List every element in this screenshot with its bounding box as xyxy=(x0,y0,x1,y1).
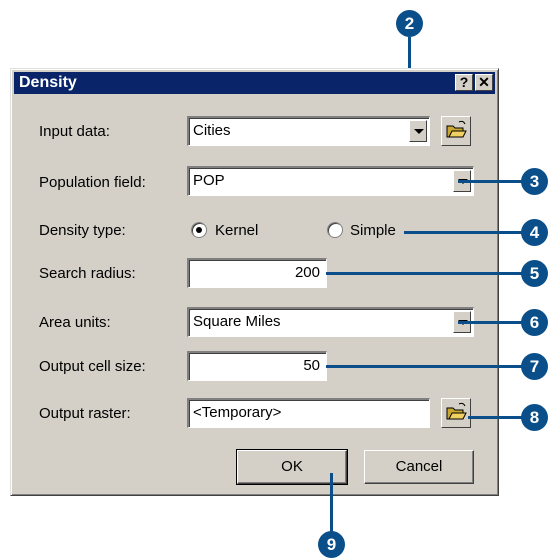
output-cell-size-input[interactable]: 50 xyxy=(187,351,327,381)
title-bar: Density ? ✕ xyxy=(14,72,495,94)
kernel-radio[interactable] xyxy=(191,222,207,238)
callout-6-leader xyxy=(458,321,522,324)
radio-selected-dot xyxy=(196,227,202,233)
area-units-value: Square Miles xyxy=(193,313,281,330)
search-radius-input[interactable]: 200 xyxy=(187,258,327,288)
open-folder-icon xyxy=(446,402,467,420)
population-field-combo[interactable]: POP xyxy=(187,166,474,196)
kernel-radio-label[interactable]: Kernel xyxy=(215,222,258,240)
output-raster-input[interactable]: <Temporary> xyxy=(187,398,430,428)
simple-radio-label[interactable]: Simple xyxy=(350,222,396,240)
callout-9-leader xyxy=(330,473,333,533)
callout-7: 7 xyxy=(521,353,548,380)
search-radius-label: Search radius: xyxy=(39,265,136,282)
input-data-value: Cities xyxy=(193,122,231,139)
callout-9: 9 xyxy=(318,531,345,558)
population-field-label: Population field: xyxy=(39,174,146,191)
callout-4: 4 xyxy=(521,219,548,246)
chevron-down-icon[interactable] xyxy=(409,120,427,142)
callout-5: 5 xyxy=(521,260,548,287)
help-button[interactable]: ? xyxy=(455,74,473,91)
callout-8: 8 xyxy=(521,404,548,431)
population-field-value: POP xyxy=(193,172,225,189)
output-raster-label: Output raster: xyxy=(39,405,131,422)
density-type-label: Density type: xyxy=(39,222,126,239)
callout-3: 3 xyxy=(521,168,548,195)
callout-5-leader xyxy=(326,272,522,275)
open-folder-icon xyxy=(446,120,467,138)
input-data-combo[interactable]: Cities xyxy=(187,116,430,146)
callout-3-leader xyxy=(458,180,522,183)
callout-2: 2 xyxy=(396,10,423,37)
callout-8-leader xyxy=(468,416,522,419)
callout-7-leader xyxy=(326,365,522,368)
output-cell-size-label: Output cell size: xyxy=(39,358,146,375)
area-units-label: Area units: xyxy=(39,314,111,331)
callout-6: 6 xyxy=(521,309,548,336)
dialog-title: Density xyxy=(19,74,77,91)
input-data-label: Input data: xyxy=(39,123,110,140)
area-units-combo[interactable]: Square Miles xyxy=(187,307,474,337)
simple-radio[interactable] xyxy=(327,222,343,238)
output-raster-browse-button[interactable] xyxy=(441,398,471,428)
callout-4-leader xyxy=(404,231,522,234)
close-button[interactable]: ✕ xyxy=(475,74,493,91)
input-data-browse-button[interactable] xyxy=(441,116,471,146)
cancel-button[interactable]: Cancel xyxy=(364,450,474,484)
